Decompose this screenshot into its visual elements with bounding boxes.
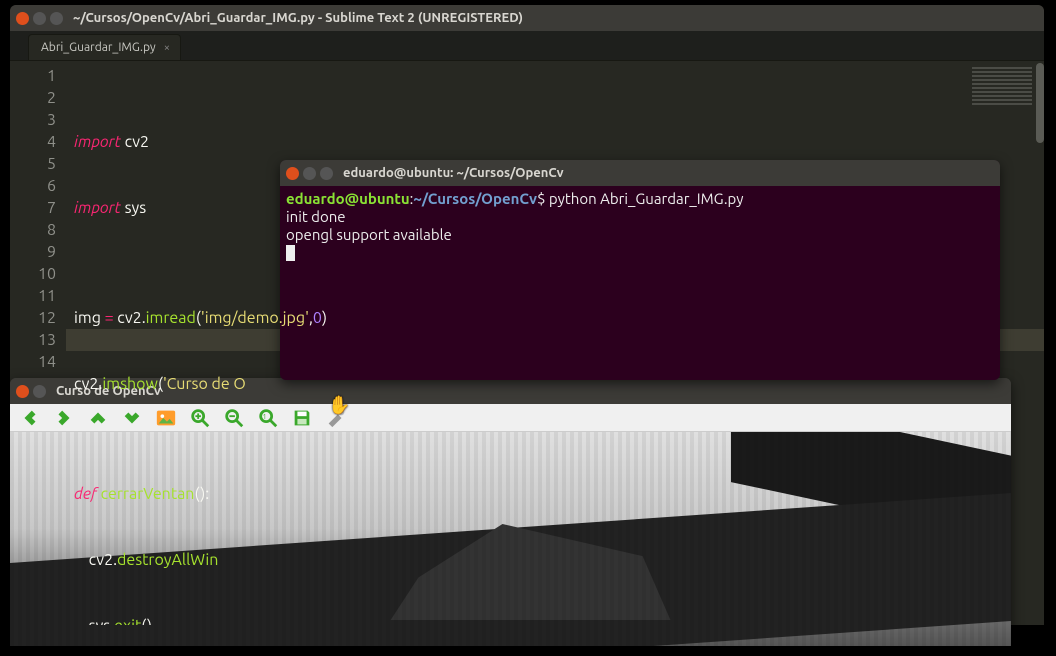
zoom-out-icon[interactable]: [222, 406, 246, 430]
tab-file[interactable]: Abri_Guardar_IMG.py ×: [28, 34, 181, 60]
window-title: eduardo@ubuntu: ~/Cursos/OpenCv: [343, 166, 564, 180]
close-icon[interactable]: [286, 167, 299, 180]
minimap[interactable]: [972, 67, 1032, 107]
terminal-line: opengl support available: [286, 226, 994, 244]
close-icon[interactable]: [16, 385, 29, 398]
sublime-titlebar[interactable]: ~/Cursos/OpenCv/Abri_Guardar_IMG.py - Su…: [10, 5, 1044, 31]
tab-bar: Abri_Guardar_IMG.py ×: [10, 31, 1044, 61]
zoom-in-icon[interactable]: [188, 406, 212, 430]
maximize-icon[interactable]: [50, 12, 63, 25]
tab-label: Abri_Guardar_IMG.py: [41, 41, 156, 54]
tab-close-icon[interactable]: ×: [164, 42, 170, 54]
arrow-down-icon[interactable]: [120, 406, 144, 430]
terminal-cursor: [286, 245, 295, 261]
minimize-icon[interactable]: [303, 167, 316, 180]
cv-toolbar: 1: [10, 404, 1011, 432]
svg-text:1: 1: [263, 412, 267, 420]
close-icon[interactable]: [16, 12, 29, 25]
terminal-window: eduardo@ubuntu: ~/Cursos/OpenCv eduardo@…: [280, 160, 1000, 380]
opencv-image-window: Curso de OpenCv 1: [10, 378, 1011, 646]
window-controls: [286, 167, 333, 180]
window-controls: [16, 12, 63, 25]
arrow-right-icon[interactable]: [52, 406, 76, 430]
terminal-titlebar[interactable]: eduardo@ubuntu: ~/Cursos/OpenCv: [280, 160, 1000, 186]
zoom-fit-icon[interactable]: 1: [256, 406, 280, 430]
arrow-up-icon[interactable]: [86, 406, 110, 430]
terminal-line: eduardo@ubuntu:~/Cursos/OpenCv$ python A…: [286, 190, 994, 208]
save-icon[interactable]: [290, 406, 314, 430]
arrow-left-icon[interactable]: [18, 406, 42, 430]
minimize-icon[interactable]: [33, 385, 46, 398]
window-controls: [16, 385, 46, 398]
terminal-body[interactable]: eduardo@ubuntu:~/Cursos/OpenCv$ python A…: [280, 186, 1000, 266]
window-title: ~/Cursos/OpenCv/Abri_Guardar_IMG.py - Su…: [73, 11, 523, 25]
image-canvas[interactable]: [10, 432, 1011, 646]
minimize-icon[interactable]: [33, 12, 46, 25]
maximize-icon[interactable]: [320, 167, 333, 180]
terminal-line: init done: [286, 208, 994, 226]
hand-cursor-icon: ✋: [328, 395, 350, 416]
image-icon[interactable]: [154, 406, 178, 430]
